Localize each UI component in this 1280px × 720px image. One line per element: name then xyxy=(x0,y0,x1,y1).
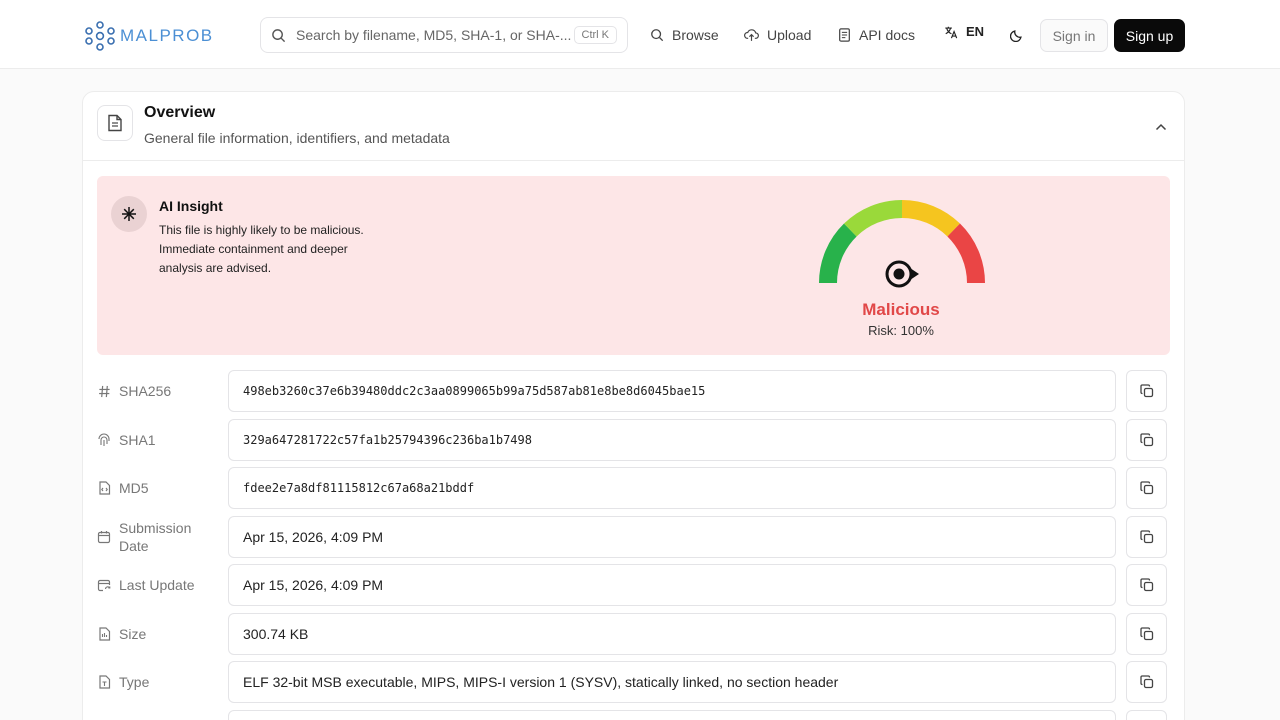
nav-api-docs-label: API docs xyxy=(859,27,916,43)
gauge-segment-yellow xyxy=(901,199,960,237)
field-value-sha1[interactable]: 329a647281722c57fa1b25794396c236ba1b7498 xyxy=(228,419,1116,461)
nav-browse[interactable]: Browse xyxy=(650,24,719,46)
field-label-text: Submission Date xyxy=(119,520,192,554)
sign-up-button[interactable]: Sign up xyxy=(1114,19,1185,52)
search-box[interactable]: Ctrl K xyxy=(260,17,628,53)
nav-api-docs[interactable]: API docs xyxy=(838,24,915,46)
nav-upload-label: Upload xyxy=(767,27,812,43)
field-label-size: Size xyxy=(97,613,217,655)
copy-icon xyxy=(1139,481,1153,495)
search-icon xyxy=(272,28,286,42)
field-row-size: Size 300.74 KB xyxy=(97,613,1170,655)
field-value-submission-date[interactable]: Apr 15, 2026, 4:09 PM xyxy=(228,516,1116,558)
file-text-icon xyxy=(108,114,122,132)
logo-mark-icon xyxy=(85,21,115,51)
copy-button[interactable] xyxy=(1126,467,1167,509)
field-label-last-update: Last Update xyxy=(97,564,217,606)
copy-button[interactable] xyxy=(1126,710,1167,720)
sparkle-icon xyxy=(122,207,136,221)
copy-button[interactable] xyxy=(1126,564,1167,606)
verdict-label: Malicious xyxy=(862,300,940,319)
hash-icon xyxy=(97,384,111,398)
field-value-type[interactable]: ELF 32-bit MSB executable, MIPS, MIPS-I … xyxy=(228,661,1116,703)
cloud-upload-icon xyxy=(744,29,759,41)
malprob-logo[interactable]: MALPROB xyxy=(84,18,236,54)
theme-toggle[interactable] xyxy=(1006,24,1028,46)
copy-icon xyxy=(1139,578,1153,592)
field-row-type: Type ELF 32-bit MSB executable, MIPS, MI… xyxy=(97,661,1170,703)
copy-button[interactable] xyxy=(1126,516,1167,558)
gauge-segment-red xyxy=(947,223,986,284)
field-label-text: SHA256 xyxy=(119,383,172,399)
search-input[interactable] xyxy=(296,27,574,43)
nav-upload[interactable]: Upload xyxy=(744,24,811,46)
field-label-text: Last Update xyxy=(119,577,195,593)
field-label-type: Type xyxy=(97,661,217,703)
insight-text: This file is highly likely to be malicio… xyxy=(159,223,364,275)
calendar-sync-icon xyxy=(97,578,111,592)
overview-card: Overview General file information, ident… xyxy=(82,91,1185,720)
field-row-next xyxy=(97,710,1170,720)
field-label-text: Size xyxy=(119,626,147,642)
insight-title: AI Insight xyxy=(159,198,223,214)
nav-browse-label: Browse xyxy=(672,27,719,43)
field-label-text: Type xyxy=(119,674,150,690)
sign-in-button[interactable]: Sign in xyxy=(1040,19,1108,52)
translate-icon xyxy=(945,26,958,38)
field-row-submission-date: Submission Date Apr 15, 2026, 4:09 PM xyxy=(97,516,1170,558)
moon-icon xyxy=(1010,30,1022,42)
file-code-icon xyxy=(97,481,111,495)
logo-text: MALPROB xyxy=(120,26,214,45)
gauge-segment-lime xyxy=(844,199,903,237)
document-icon xyxy=(839,28,850,42)
gauge-needle-icon xyxy=(885,260,919,288)
overview-icon-box xyxy=(97,105,133,141)
field-label-sha1: SHA1 xyxy=(97,419,217,461)
file-type-icon xyxy=(97,675,111,689)
copy-icon xyxy=(1139,384,1153,398)
insight-icon-circle xyxy=(111,196,147,232)
overview-header[interactable]: Overview General file information, ident… xyxy=(83,92,1184,161)
risk-score: Risk: 100% xyxy=(868,323,934,338)
field-value-md5[interactable]: fdee2e7a8df81115812c67a68a21bddf xyxy=(228,467,1116,509)
field-row-sha1: SHA1 329a647281722c57fa1b25794396c236ba1… xyxy=(97,419,1170,461)
field-value-size[interactable]: 300.74 KB xyxy=(228,613,1116,655)
search-icon xyxy=(651,29,664,42)
copy-button[interactable] xyxy=(1126,661,1167,703)
ai-insight-panel: AI Insight This file is highly likely to… xyxy=(97,176,1170,355)
copy-button[interactable] xyxy=(1126,613,1167,655)
field-value-sha256[interactable]: 498eb3260c37e6b39480ddc2c3aa0899065b99a7… xyxy=(228,370,1116,412)
copy-icon xyxy=(1139,627,1153,641)
calendar-icon xyxy=(97,530,111,544)
copy-icon xyxy=(1139,433,1153,447)
overview-title: Overview xyxy=(144,104,216,121)
top-header: MALPROB Ctrl K Browse Upload API docs EN… xyxy=(0,0,1280,69)
language-label: EN xyxy=(966,24,985,39)
overview-subtitle: General file information, identifiers, a… xyxy=(144,130,450,146)
language-switcher[interactable]: EN xyxy=(944,24,984,39)
field-value-next[interactable] xyxy=(228,710,1116,720)
collapse-button[interactable] xyxy=(1154,120,1168,134)
field-row-sha256: SHA256 498eb3260c37e6b39480ddc2c3aa08990… xyxy=(97,370,1170,412)
copy-icon xyxy=(1139,675,1153,689)
gauge-segment-green xyxy=(818,223,857,284)
field-row-md5: MD5 fdee2e7a8df81115812c67a68a21bddf xyxy=(97,467,1170,509)
file-size-icon xyxy=(97,627,111,641)
field-label-text: SHA1 xyxy=(119,432,156,448)
search-shortcut-badge: Ctrl K xyxy=(573,26,617,44)
fingerprint-icon xyxy=(97,433,111,447)
field-label-sha256: SHA256 xyxy=(97,370,217,412)
field-label-text: MD5 xyxy=(119,480,149,496)
risk-gauge xyxy=(818,199,986,288)
copy-button[interactable] xyxy=(1126,419,1167,461)
field-row-last-update: Last Update Apr 15, 2026, 4:09 PM xyxy=(97,564,1170,606)
field-value-last-update[interactable]: Apr 15, 2026, 4:09 PM xyxy=(228,564,1116,606)
copy-button[interactable] xyxy=(1126,370,1167,412)
copy-icon xyxy=(1139,530,1153,544)
field-label-md5: MD5 xyxy=(97,467,217,509)
field-label-submission-date: Submission Date xyxy=(97,516,217,558)
chevron-up-icon xyxy=(1155,123,1167,131)
